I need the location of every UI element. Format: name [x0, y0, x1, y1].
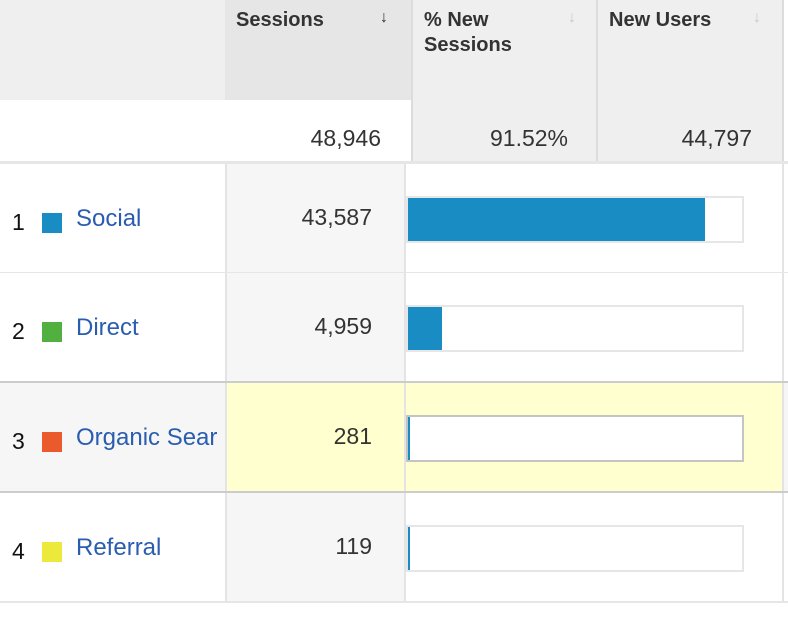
column-divider	[782, 383, 784, 493]
header-pct-new-sessions-label: % New Sessions	[424, 8, 512, 58]
sessions-value: 119	[335, 533, 372, 559]
share-bar-cell	[406, 273, 782, 383]
share-bar-fill	[408, 527, 410, 570]
totals-new-users: 44,797	[681, 125, 752, 151]
share-bar-fill	[408, 198, 705, 241]
row-rank: 2	[12, 318, 25, 344]
share-bar-cell	[406, 164, 782, 274]
header-dimension-cell	[0, 0, 225, 100]
header-sessions[interactable]: Sessions ↓	[225, 0, 411, 100]
row-divider	[0, 601, 788, 603]
color-swatch-icon	[42, 432, 62, 452]
column-divider	[225, 383, 227, 493]
column-divider	[225, 273, 227, 383]
header-pct-new-sessions[interactable]: % New Sessions ↓	[413, 0, 597, 100]
channel-link[interactable]: Referral	[76, 534, 161, 562]
share-bar-track	[406, 525, 744, 572]
column-divider	[782, 273, 784, 383]
sessions-value: 4,959	[314, 313, 372, 339]
sort-desc-icon[interactable]: ↓	[753, 10, 761, 26]
row-rank: 3	[12, 428, 25, 454]
table-row: 3 Organic Sear 281	[0, 381, 788, 493]
totals-sessions: 48,946	[310, 125, 381, 151]
column-divider	[225, 164, 227, 274]
header-new-users[interactable]: New Users ↓	[598, 0, 782, 100]
share-bar-cell	[406, 493, 782, 603]
share-bar-fill	[408, 417, 410, 460]
header-sessions-label: Sessions	[236, 9, 324, 31]
sort-desc-icon[interactable]: ↓	[568, 10, 576, 26]
dimension-cell: 1 Social	[0, 164, 225, 274]
totals-pct-new-sessions: 91.52%	[489, 125, 568, 151]
totals-dimension-cell	[0, 100, 225, 162]
sessions-cell: 119	[227, 493, 404, 603]
share-bar-fill	[408, 307, 442, 350]
header-new-users-label: New Users	[609, 9, 712, 31]
channel-link[interactable]: Social	[76, 205, 141, 233]
column-divider	[782, 164, 784, 274]
dimension-cell: 3 Organic Sear	[0, 383, 225, 493]
dimension-cell: 4 Referral	[0, 493, 225, 603]
sessions-cell: 43,587	[227, 164, 404, 274]
totals-new-users-cell: 44,797	[598, 100, 782, 162]
dimension-cell: 2 Direct	[0, 273, 225, 383]
color-swatch-icon	[42, 322, 62, 342]
header-label-line1: % New	[424, 9, 489, 31]
row-rank: 1	[12, 209, 25, 235]
color-swatch-icon	[42, 213, 62, 233]
channel-link[interactable]: Direct	[76, 314, 139, 342]
column-divider	[225, 493, 227, 603]
row-divider	[0, 381, 788, 383]
sessions-value: 43,587	[301, 204, 372, 230]
header-label-line2: Sessions	[424, 34, 512, 56]
row-rank: 4	[12, 538, 25, 564]
share-bar-track	[406, 196, 744, 243]
sessions-value: 281	[333, 423, 372, 449]
channel-link[interactable]: Organic Sear	[76, 424, 217, 452]
table-row: 4 Referral 119	[0, 493, 788, 603]
sort-desc-icon[interactable]: ↓	[380, 10, 388, 26]
column-divider	[782, 493, 784, 603]
sessions-cell: 4,959	[227, 273, 404, 383]
sessions-cell: 281	[227, 383, 404, 493]
totals-sessions-cell: 48,946	[227, 100, 411, 162]
totals-pct-new-sessions-cell: 91.52%	[413, 100, 596, 162]
share-bar-track	[406, 415, 744, 462]
table-row: 1 Social 43,587	[0, 164, 788, 274]
table-row: 2 Direct 4,959	[0, 273, 788, 383]
color-swatch-icon	[42, 542, 62, 562]
column-divider	[782, 0, 784, 162]
share-bar-track	[406, 305, 744, 352]
share-bar-cell	[406, 383, 782, 493]
